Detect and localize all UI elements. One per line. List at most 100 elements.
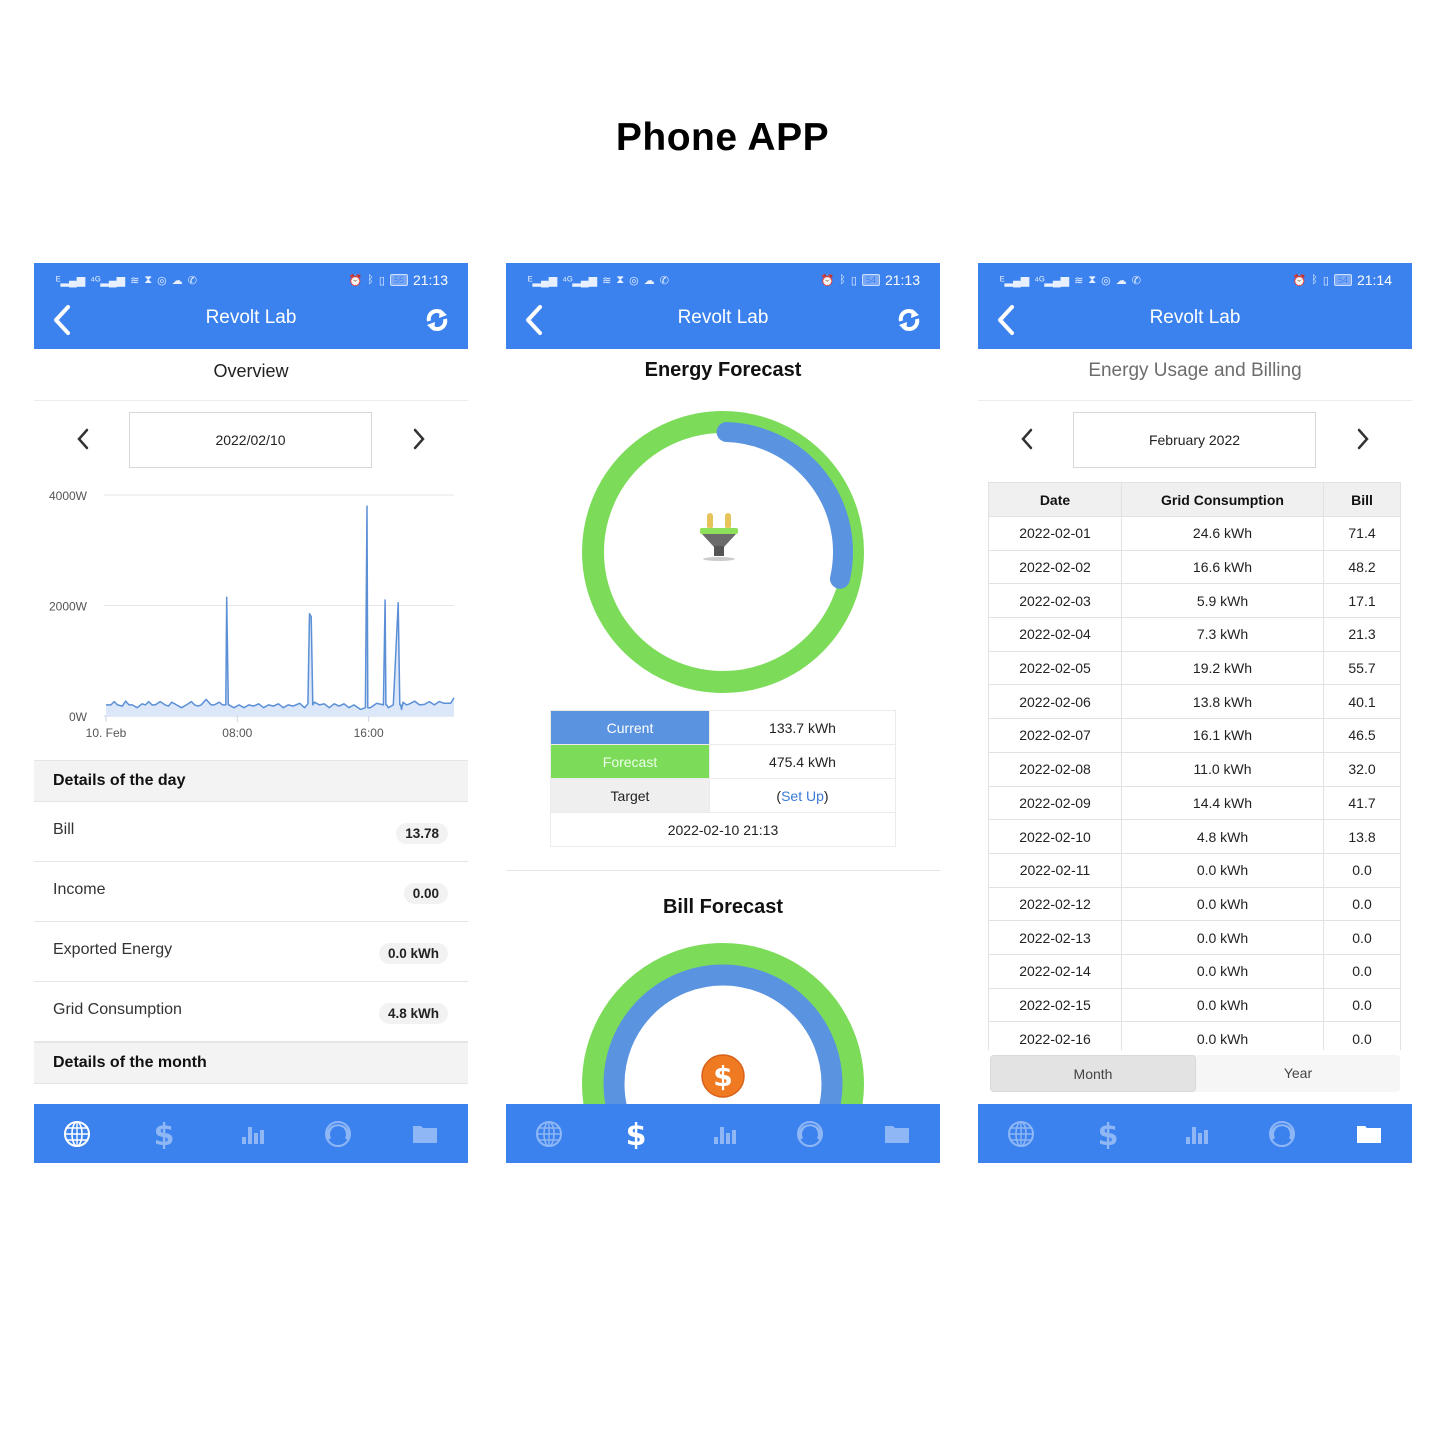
status-bar: ᴱ▂▄▆ ⁴ᴳ▂▄▆ ≋ ⧗ ◎ ☁ ✆ ⏰ ᛒ ▯ 55 21:13	[56, 271, 448, 289]
wifi-icon: ≋	[1074, 274, 1084, 287]
folder-icon	[412, 1125, 437, 1143]
app-title: Revolt Lab	[205, 307, 297, 328]
grid-consumption-cell: 14.4 kWh	[1121, 785, 1324, 821]
bluetooth-icon: ᛒ	[1311, 274, 1318, 286]
date-picker[interactable]: 2022/02/10	[129, 412, 372, 468]
signal-4g-icon: ⁴ᴳ▂▄▆	[1034, 274, 1070, 287]
target-value: (Set Up)	[709, 778, 896, 813]
usage-table: Date Grid Consumption Bill 2022-02-01 24.…	[988, 482, 1401, 1050]
bill-cell: 32.0	[1323, 751, 1401, 787]
table-row: 2022-02-09 14.4 kWh 41.7	[988, 785, 1401, 821]
gauge-icon	[796, 1120, 823, 1147]
tab-folder[interactable]	[1339, 1104, 1399, 1163]
gauge-icon	[1268, 1120, 1295, 1147]
dollar-coin-icon: $	[701, 1054, 745, 1098]
set-up-link[interactable]: Set Up	[781, 788, 824, 804]
hourglass-icon: ⧗	[616, 273, 625, 286]
globe-icon	[536, 1120, 563, 1147]
status-left-icons: ᴱ▂▄▆ ⁴ᴳ▂▄▆ ≋ ⧗ ◎ ☁ ✆	[56, 274, 197, 287]
refresh-icon[interactable]	[424, 307, 450, 333]
cloud-icon: ☁	[1115, 274, 1127, 287]
tab-dollar[interactable]: $	[1078, 1104, 1138, 1163]
tab-bar-chart[interactable]	[1165, 1104, 1225, 1163]
month-picker[interactable]: February 2022	[1073, 412, 1316, 468]
table-row: 2022-02-10 4.8 kWh 13.8	[988, 819, 1401, 854]
refresh-icon[interactable]	[896, 307, 922, 333]
tab-bar-chart[interactable]	[221, 1104, 281, 1163]
segment-year[interactable]: Year	[1196, 1055, 1400, 1092]
battery-icon: 54	[1333, 274, 1352, 286]
bar-chart-icon	[241, 1126, 264, 1144]
battery-icon: 55	[389, 274, 408, 286]
date-cell: 2022-02-07	[988, 718, 1122, 753]
detail-value: 0.0 kWh	[378, 943, 448, 964]
month-navigator: February 2022	[978, 412, 1412, 469]
date-cell: 2022-02-15	[988, 987, 1122, 1023]
bill-cell: 0.0	[1323, 920, 1401, 955]
forecast-row-current: Current 133.7 kWh	[550, 710, 896, 745]
tab-globe[interactable]	[519, 1104, 579, 1163]
instagram-icon: ◎	[1101, 274, 1111, 287]
svg-text:$: $	[626, 1119, 647, 1149]
detail-row-exported-energy: Exported Energy 0.0 kWh	[34, 922, 468, 982]
table-row: 2022-02-07 16.1 kWh 46.5	[988, 718, 1401, 753]
forecast-value: 475.4 kWh	[709, 744, 896, 779]
bar-chart-icon	[713, 1126, 736, 1144]
table-row: 2022-02-12 0.0 kWh 0.0	[988, 886, 1401, 922]
date-cell: 2022-02-11	[988, 852, 1122, 888]
segment-month[interactable]: Month	[990, 1055, 1196, 1092]
date-cell: 2022-02-10	[988, 819, 1122, 854]
signal-icon: ᴱ▂▄▆	[1000, 274, 1030, 287]
tab-globe[interactable]	[991, 1104, 1051, 1163]
bill-cell: 0.0	[1323, 987, 1401, 1023]
detail-value: 0.00	[403, 883, 448, 904]
previous-day-button[interactable]	[74, 426, 92, 452]
status-time: 21:13	[412, 272, 448, 288]
page-title: Phone APP	[615, 116, 830, 159]
column-header-grid-consumption: Grid Consumption	[1121, 482, 1324, 517]
date-cell: 2022-02-04	[988, 617, 1122, 652]
paren-close: )	[823, 787, 829, 804]
date-cell: 2022-02-16	[988, 1021, 1122, 1050]
folder-icon	[884, 1125, 909, 1143]
y-tick-label: 0W	[69, 710, 88, 724]
svg-text:$: $	[154, 1119, 175, 1149]
forecast-timestamp: 2022-02-10 21:13	[550, 812, 896, 847]
table-row: 2022-02-15 0.0 kWh 0.0	[988, 987, 1401, 1023]
app-bar: ᴱ▂▄▆ ⁴ᴳ▂▄▆ ≋ ⧗ ◎ ☁ ✆ ⏰ ᛒ ▯ 54 21:13 Revo…	[506, 263, 940, 349]
bill-cell: 13.8	[1323, 819, 1401, 854]
bluetooth-icon: ᛒ	[367, 274, 374, 286]
grid-consumption-cell: 13.8 kWh	[1121, 684, 1324, 720]
tab-dollar[interactable]: $	[606, 1104, 666, 1163]
energy-forecast-gauge	[582, 411, 864, 693]
grid-consumption-cell: 11.0 kWh	[1121, 751, 1324, 787]
bill-cell: 0.0	[1323, 953, 1401, 989]
date-cell: 2022-02-06	[988, 684, 1122, 720]
tab-gauge[interactable]	[308, 1104, 368, 1163]
section-divider	[506, 870, 940, 871]
tab-folder[interactable]	[395, 1104, 455, 1163]
whatsapp-icon: ✆	[187, 274, 197, 287]
battery-icon: 54	[861, 274, 880, 286]
grid-consumption-cell: 7.3 kWh	[1121, 617, 1324, 652]
tab-folder[interactable]	[867, 1104, 927, 1163]
usage-table-scroll[interactable]: Date Grid Consumption Bill 2022-02-01 24.…	[978, 482, 1412, 1050]
grid-consumption-cell: 0.0 kWh	[1121, 1021, 1324, 1050]
table-row: 2022-02-16 0.0 kWh 0.0	[988, 1021, 1401, 1050]
bill-cell: 17.1	[1323, 583, 1401, 619]
vibrate-icon: ▯	[378, 274, 385, 287]
app-bar: ᴱ▂▄▆ ⁴ᴳ▂▄▆ ≋ ⧗ ◎ ☁ ✆ ⏰ ᛒ ▯ 54 21:14 Revo…	[978, 263, 1412, 349]
next-day-button[interactable]	[410, 426, 428, 452]
tab-dollar[interactable]: $	[134, 1104, 194, 1163]
tab-bar-chart[interactable]	[693, 1104, 753, 1163]
next-month-button[interactable]	[1354, 426, 1372, 452]
tab-gauge[interactable]	[780, 1104, 840, 1163]
phone-screen-energy-forecast: ᴱ▂▄▆ ⁴ᴳ▂▄▆ ≋ ⧗ ◎ ☁ ✆ ⏰ ᛒ ▯ 54 21:13 Revo…	[506, 263, 940, 1163]
bill-forecast-gauge: $	[582, 943, 864, 1104]
forecast-label: Forecast	[550, 744, 710, 779]
tab-globe[interactable]	[47, 1104, 107, 1163]
bill-cell: 0.0	[1323, 886, 1401, 922]
tab-gauge[interactable]	[1252, 1104, 1312, 1163]
instagram-icon: ◎	[157, 274, 167, 287]
previous-month-button[interactable]	[1018, 426, 1036, 452]
